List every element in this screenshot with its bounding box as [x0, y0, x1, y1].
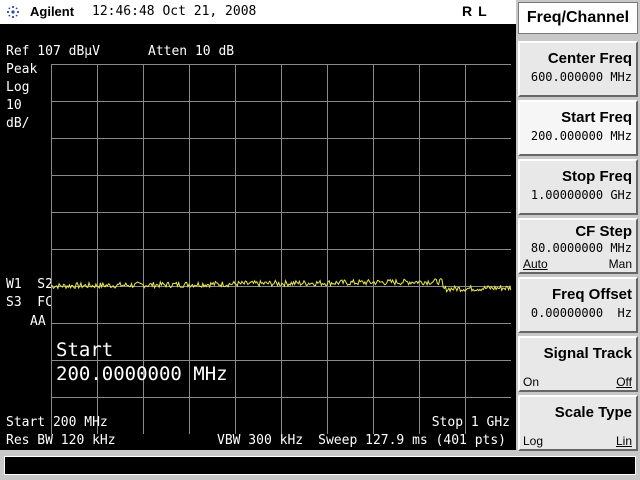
- detector-readout: Peak: [6, 62, 38, 77]
- signal-track-softkey[interactable]: Signal Track On Off: [518, 336, 638, 392]
- softkey-label: Start Freq: [561, 109, 632, 126]
- softkey-label: CF Step: [575, 223, 632, 240]
- softkey-label: Center Freq: [547, 50, 632, 67]
- active-function-value: 200.0000000 MHz: [56, 363, 228, 385]
- softkey-panel: Freq/Channel Center Freq 600.000000 MHz …: [516, 0, 640, 451]
- man-option: Man: [608, 257, 632, 271]
- off-option: Off: [616, 375, 632, 389]
- softkey-label: Scale Type: [554, 404, 632, 421]
- scale-type-softkey[interactable]: Scale Type Log Lin: [518, 395, 638, 451]
- softkey-value: 0.00000000 Hz: [530, 306, 632, 320]
- brand-label: Agilent: [30, 4, 75, 19]
- active-function-label: Start: [56, 339, 114, 361]
- on-option: On: [523, 375, 540, 389]
- attenuation-readout: Atten 10 dB: [148, 44, 235, 59]
- menu-title: Freq/Channel: [518, 2, 638, 34]
- ref-level-readout: Ref 107 dBµV: [6, 44, 100, 59]
- softkey-label: Stop Freq: [562, 168, 632, 185]
- trace-flags-2: S3 FC: [6, 295, 53, 310]
- stop-freq-softkey[interactable]: Stop Freq 1.00000000 GHz: [518, 159, 638, 215]
- agilent-spark-icon: [6, 5, 20, 19]
- status-bar: Agilent 12:46:48 Oct 21, 2008 RL: [0, 0, 516, 24]
- remote-local-indicator: RL: [462, 3, 493, 19]
- trace-flags-1: W1 S2: [6, 277, 53, 292]
- center-freq-softkey[interactable]: Center Freq 600.000000 MHz: [518, 41, 638, 97]
- softkey-value: 80.0000000 MHz: [530, 241, 632, 255]
- log-option: Log: [523, 434, 544, 448]
- start-freq-softkey[interactable]: Start Freq 200.000000 MHz: [518, 100, 638, 156]
- vbw-readout: VBW 300 kHz: [217, 433, 304, 448]
- timestamp: 12:46:48 Oct 21, 2008: [92, 4, 257, 19]
- spectrum-display: Ref 107 dBµV Atten 10 dB Peak Log 10 dB/…: [0, 24, 516, 450]
- softkey-value: 600.000000 MHz: [530, 70, 632, 84]
- softkey-value: 1.00000000 GHz: [530, 188, 632, 202]
- cf-step-softkey[interactable]: CF Step 80.0000000 MHz Auto Man: [518, 218, 638, 274]
- lin-option: Lin: [615, 434, 632, 448]
- softkey-label: Signal Track: [543, 345, 632, 362]
- sweep-readout: Sweep 127.9 ms (401 pts): [318, 433, 506, 448]
- scale-unit-readout: dB/: [6, 116, 30, 131]
- auto-option: Auto: [523, 257, 548, 271]
- softkey-label: Freq Offset: [551, 286, 632, 303]
- freq-offset-softkey[interactable]: Freq Offset 0.00000000 Hz: [518, 277, 638, 333]
- scale-value-readout: 10: [6, 98, 22, 113]
- start-freq-readout: Start 200 MHz: [6, 415, 108, 430]
- softkey-value: 200.000000 MHz: [530, 129, 632, 143]
- res-bw-readout: Res BW 120 kHz: [6, 433, 116, 448]
- trace-flags-3: AA: [30, 314, 46, 329]
- scale-type-readout: Log: [6, 80, 30, 95]
- status-line: [4, 456, 636, 475]
- stop-freq-readout: Stop 1 GHz: [431, 415, 510, 430]
